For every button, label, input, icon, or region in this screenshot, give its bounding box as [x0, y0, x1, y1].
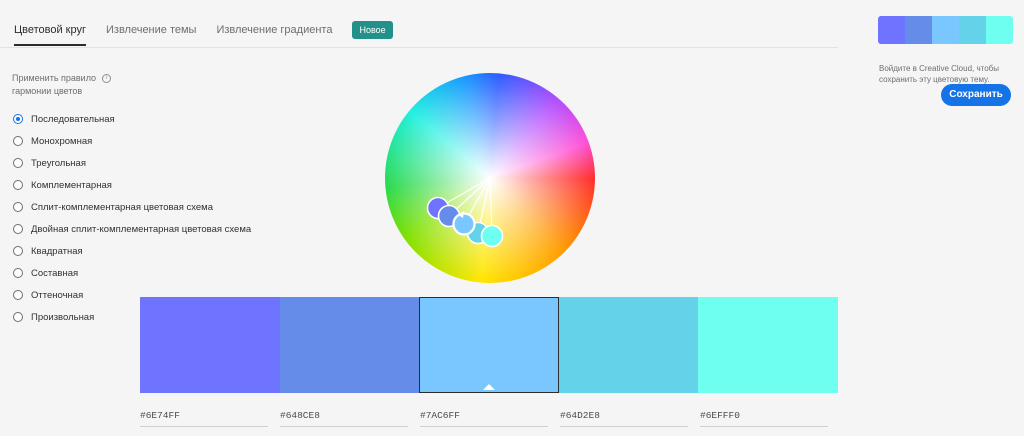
radio-button[interactable] — [13, 290, 23, 300]
color-swatch-2[interactable] — [279, 297, 420, 393]
hex-field[interactable]: #64D2E8 — [560, 410, 688, 427]
harmony-option-complementary[interactable]: Комплементарная — [13, 174, 251, 196]
tab-color-wheel[interactable]: Цветовой круг — [14, 18, 86, 46]
harmony-option-split-complementary[interactable]: Сплит-комплементарная цветовая схема — [13, 196, 251, 218]
save-button[interactable]: Сохранить — [941, 84, 1011, 106]
swatch-strip — [140, 297, 838, 393]
color-swatch-1[interactable] — [140, 297, 280, 393]
harmony-options: Последовательная Монохромная Треугольная… — [13, 108, 251, 328]
radio-button[interactable] — [13, 202, 23, 212]
harmony-option-triad[interactable]: Треугольная — [13, 152, 251, 174]
harmony-option-label: Монохромная — [31, 135, 93, 147]
harmony-rule-label: Применить правило гармонии цветов — [12, 73, 97, 96]
harmony-option-double-split[interactable]: Двойная сплит-комплементарная цветовая с… — [13, 218, 251, 240]
color-handle-3-selected[interactable] — [452, 212, 476, 236]
radio-button[interactable] — [13, 224, 23, 234]
color-swatch-4[interactable] — [558, 297, 699, 393]
tab-extract-theme[interactable]: Извлечение темы — [106, 18, 196, 46]
tab-bar: Цветовой круг Извлечение темы Извлечение… — [14, 18, 393, 46]
preview-swatch — [878, 16, 905, 44]
radio-button[interactable] — [13, 312, 23, 322]
info-icon[interactable]: i — [102, 74, 111, 83]
signin-prompt: Войдите в Creative Cloud, чтобы сохранит… — [879, 64, 999, 84]
hex-field[interactable]: #7AC6FF — [420, 410, 548, 427]
color-wheel[interactable] — [385, 73, 595, 283]
harmony-option-square[interactable]: Квадратная — [13, 240, 251, 262]
harmony-option-analogous[interactable]: Последовательная — [13, 108, 251, 130]
color-handle-5[interactable] — [480, 224, 504, 248]
hex-field[interactable]: #648CE8 — [280, 410, 408, 427]
hex-field[interactable]: #6EFFF0 — [700, 410, 828, 427]
harmony-option-label: Комплементарная — [31, 179, 112, 191]
harmony-option-label: Треугольная — [31, 157, 86, 169]
radio-button[interactable] — [13, 268, 23, 278]
color-swatch-3[interactable] — [419, 297, 559, 393]
hex-field[interactable]: #6E74FF — [140, 410, 268, 427]
preview-swatch — [959, 16, 986, 44]
radio-button[interactable] — [13, 246, 23, 256]
harmony-option-compound[interactable]: Составная — [13, 262, 251, 284]
harmony-option-label: Оттеночная — [31, 289, 84, 301]
radio-button[interactable] — [13, 114, 23, 124]
selected-swatch-indicator-icon — [482, 384, 495, 390]
preview-swatch — [986, 16, 1013, 44]
harmony-option-monochromatic[interactable]: Монохромная — [13, 130, 251, 152]
preview-swatch — [905, 16, 932, 44]
color-swatch-5[interactable] — [698, 297, 838, 393]
harmony-option-label: Двойная сплит-комплементарная цветовая с… — [31, 223, 252, 235]
radio-button[interactable] — [13, 136, 23, 146]
tab-extract-gradient[interactable]: Извлечение градиента — [216, 18, 332, 46]
radio-button[interactable] — [13, 180, 23, 190]
harmony-option-label: Сплит-комплементарная цветовая схема — [31, 201, 213, 213]
theme-preview — [878, 16, 1013, 44]
radio-button[interactable] — [13, 158, 23, 168]
harmony-option-label: Произвольная — [31, 311, 95, 323]
hex-values: #6E74FF #648CE8 #7AC6FF #64D2E8 #6EFFF0 — [140, 410, 838, 427]
new-badge: Новое — [352, 21, 393, 39]
preview-swatch — [932, 16, 959, 44]
harmony-option-label: Составная — [31, 267, 79, 279]
tab-divider — [0, 47, 838, 48]
harmony-option-label: Последовательная — [31, 113, 115, 125]
harmony-option-label: Квадратная — [31, 245, 83, 257]
color-wheel-handles — [426, 177, 504, 248]
